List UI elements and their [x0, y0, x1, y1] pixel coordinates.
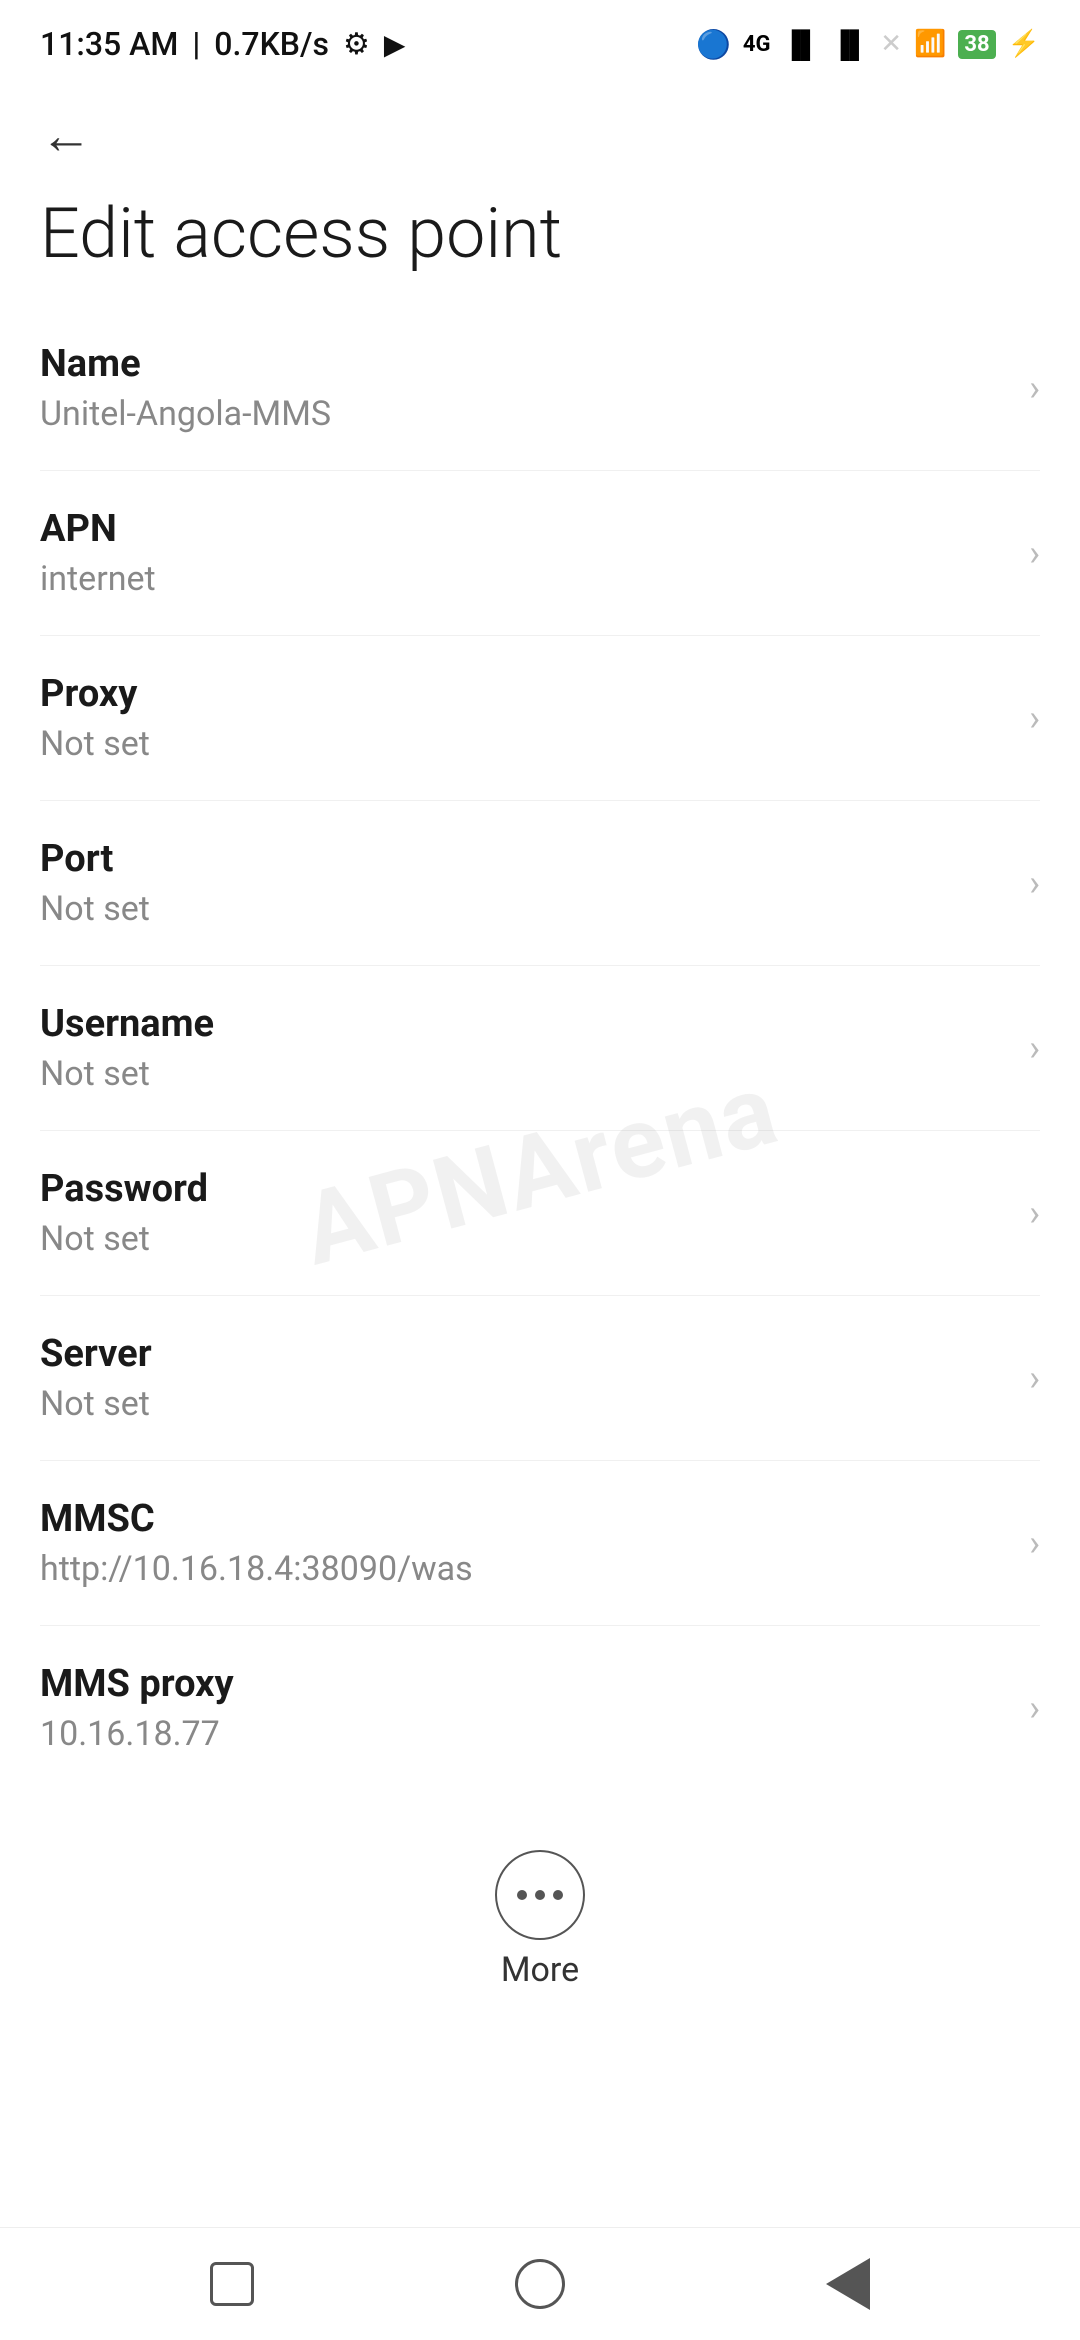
setting-proxy-value: Not set: [40, 724, 1009, 764]
status-time: 11:35 AM: [40, 25, 178, 63]
setting-mms-proxy-value: 10.16.18.77: [40, 1714, 1009, 1754]
setting-apn[interactable]: APN internet ›: [40, 471, 1040, 636]
setting-apn-value: internet: [40, 559, 1009, 599]
chevron-icon: ›: [1029, 1192, 1040, 1234]
chevron-icon: ›: [1029, 1357, 1040, 1399]
signal-4g-icon: 4G: [743, 32, 771, 57]
chevron-icon: ›: [1029, 1027, 1040, 1069]
setting-name-label: Name: [40, 342, 1009, 386]
setting-proxy[interactable]: Proxy Not set ›: [40, 636, 1040, 801]
setting-apn-text: APN internet: [40, 507, 1009, 599]
setting-server-value: Not set: [40, 1384, 1009, 1424]
setting-proxy-text: Proxy Not set: [40, 672, 1009, 764]
setting-username-value: Not set: [40, 1054, 1009, 1094]
chevron-icon: ›: [1029, 532, 1040, 574]
wifi-icon: 📶: [914, 29, 946, 59]
battery-indicator: 38: [958, 30, 995, 59]
nav-home-button[interactable]: [515, 2259, 565, 2309]
back-button[interactable]: ←: [40, 110, 92, 162]
chevron-icon: ›: [1029, 1522, 1040, 1564]
nav-recents-button[interactable]: [210, 2262, 254, 2306]
back-arrow-icon: ←: [40, 110, 92, 162]
battery-percent: 38: [964, 32, 989, 57]
setting-mmsc-value: http://10.16.18.4:38090/was: [40, 1549, 1009, 1589]
setting-server-text: Server Not set: [40, 1332, 1009, 1424]
settings-list: Name Unitel-Angola-MMS › APN internet › …: [0, 306, 1080, 1790]
navigation-bar: [0, 2227, 1080, 2340]
no-signal-icon: ✕: [880, 29, 902, 59]
setting-name-value: Unitel-Angola-MMS: [40, 394, 1009, 434]
chevron-icon: ›: [1029, 1687, 1040, 1729]
video-icon: ▶: [384, 28, 406, 61]
status-time-speed: 11:35 AM | 0.7KB/s ⚙ ▶: [40, 25, 405, 63]
dot-3: [553, 1890, 563, 1900]
setting-username-label: Username: [40, 1002, 1009, 1046]
chevron-icon: ›: [1029, 697, 1040, 739]
setting-apn-label: APN: [40, 507, 1009, 551]
charging-icon: ⚡: [1008, 29, 1040, 59]
dot-2: [535, 1890, 545, 1900]
setting-port-value: Not set: [40, 889, 1009, 929]
chevron-icon: ›: [1029, 367, 1040, 409]
setting-username-text: Username Not set: [40, 1002, 1009, 1094]
more-dots-icon: [517, 1890, 563, 1900]
setting-password-value: Not set: [40, 1219, 1009, 1259]
setting-mmsc[interactable]: MMSC http://10.16.18.4:38090/was ›: [40, 1461, 1040, 1626]
status-right-icons: 🔵 4G ▐▌ ▐▌ ✕ 📶 38 ⚡: [696, 28, 1040, 61]
setting-server[interactable]: Server Not set ›: [40, 1296, 1040, 1461]
more-area: More: [0, 1810, 1080, 2020]
setting-port-text: Port Not set: [40, 837, 1009, 929]
settings-icon: ⚙: [343, 27, 370, 62]
setting-port[interactable]: Port Not set ›: [40, 801, 1040, 966]
status-speed: 0.7KB/s: [214, 25, 329, 63]
bluetooth-icon: 🔵: [696, 28, 731, 61]
setting-proxy-label: Proxy: [40, 672, 1009, 716]
dot-1: [517, 1890, 527, 1900]
setting-mmsc-label: MMSC: [40, 1497, 1009, 1541]
page-title: Edit access point: [0, 172, 1080, 306]
setting-mmsc-text: MMSC http://10.16.18.4:38090/was: [40, 1497, 1009, 1589]
more-label: More: [501, 1950, 579, 1990]
signal-bars-2-icon: ▐▌: [831, 29, 868, 60]
setting-username[interactable]: Username Not set ›: [40, 966, 1040, 1131]
setting-name-text: Name Unitel-Angola-MMS: [40, 342, 1009, 434]
nav-back-button[interactable]: [826, 2258, 870, 2310]
status-separator: |: [192, 25, 200, 63]
setting-mms-proxy[interactable]: MMS proxy 10.16.18.77 ›: [40, 1626, 1040, 1790]
setting-password[interactable]: Password Not set ›: [40, 1131, 1040, 1296]
more-button[interactable]: [495, 1850, 585, 1940]
setting-name[interactable]: Name Unitel-Angola-MMS ›: [40, 306, 1040, 471]
chevron-icon: ›: [1029, 862, 1040, 904]
setting-port-label: Port: [40, 837, 1009, 881]
back-area: ←: [0, 80, 1080, 172]
signal-bars-icon: ▐▌: [783, 29, 820, 60]
status-bar: 11:35 AM | 0.7KB/s ⚙ ▶ 🔵 4G ▐▌ ▐▌ ✕ 📶 38…: [0, 0, 1080, 80]
setting-mms-proxy-text: MMS proxy 10.16.18.77: [40, 1662, 1009, 1754]
setting-mms-proxy-label: MMS proxy: [40, 1662, 1009, 1706]
setting-server-label: Server: [40, 1332, 1009, 1376]
setting-password-text: Password Not set: [40, 1167, 1009, 1259]
setting-password-label: Password: [40, 1167, 1009, 1211]
